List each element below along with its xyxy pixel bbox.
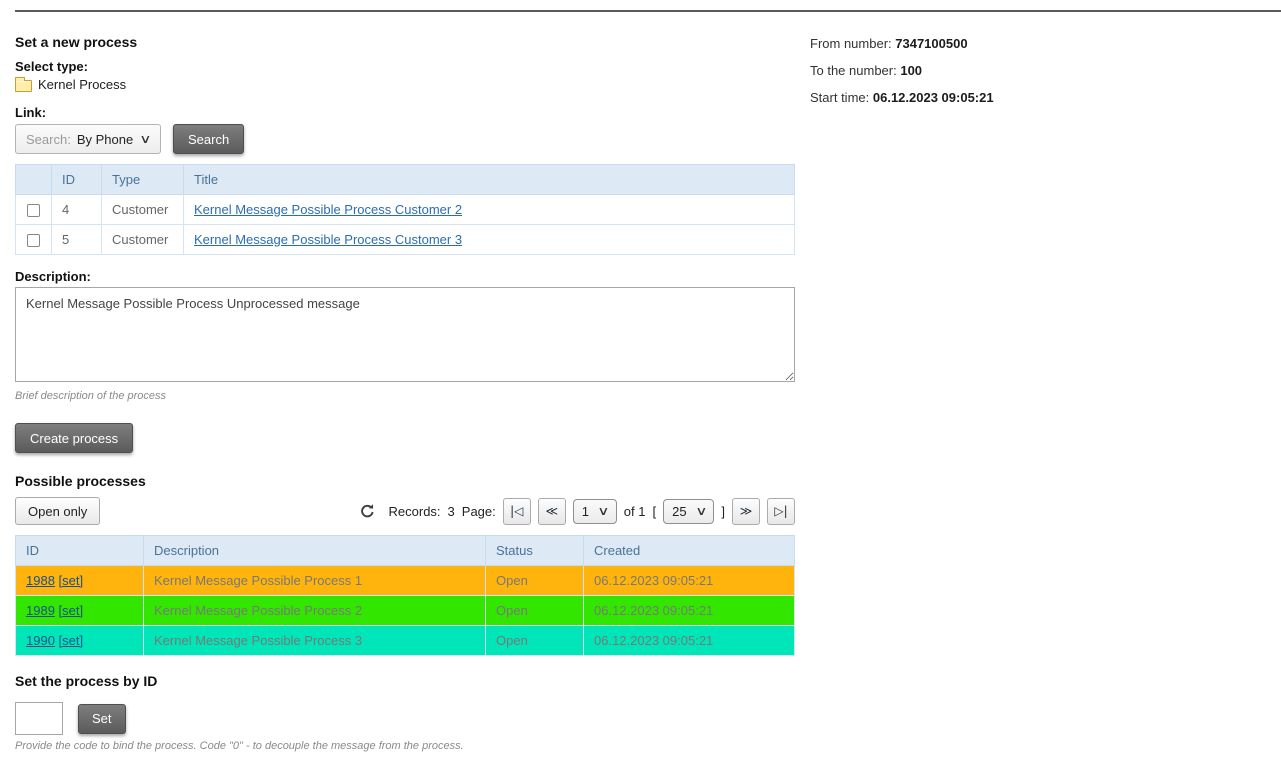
process-created: 06.12.2023 09:05:21 — [584, 626, 795, 656]
possible-table-row: 1988 [set] Kernel Message Possible Proces… — [16, 566, 795, 596]
chevron-down-icon: ∨ — [695, 504, 707, 518]
link-table-header-cell: Type — [102, 165, 184, 195]
process-created: 06.12.2023 09:05:21 — [584, 596, 795, 626]
refresh-icon[interactable] — [359, 503, 376, 520]
set-button[interactable]: Set — [78, 704, 126, 734]
from-number-value: 7347100500 — [895, 36, 967, 51]
link-table-header-cell: ID — [52, 165, 102, 195]
last-page-button[interactable]: ▷| — [767, 498, 795, 525]
next-page-button[interactable]: ≫ — [732, 498, 760, 525]
page-size-select[interactable]: 25 ∨ — [663, 499, 714, 524]
search-type-value: By Phone — [77, 132, 133, 147]
create-process-button[interactable]: Create process — [15, 423, 133, 453]
row-id: 4 — [52, 195, 102, 225]
records-count: 3 — [448, 504, 455, 519]
selected-type-value: Kernel Process — [38, 77, 126, 92]
to-number-value: 100 — [900, 63, 922, 78]
link-table-row: 5Customer Kernel Message Possible Process… — [16, 225, 795, 255]
description-hint: Brief description of the process — [15, 390, 795, 402]
link-results-table: IDTypeTitle 4Customer Kernel Message Poss… — [15, 164, 795, 255]
process-id-link[interactable]: 1989 — [26, 603, 55, 618]
folder-icon — [15, 80, 32, 92]
page-label: Page: — [462, 504, 496, 519]
process-set-link[interactable]: [set] — [59, 603, 84, 618]
set-by-id-row: Set — [15, 702, 795, 735]
possible-processes-title: Possible processes — [15, 473, 795, 489]
first-page-button[interactable]: |◁ — [503, 498, 531, 525]
link-table-header-cell — [16, 165, 52, 195]
process-page: From number: 7347100500 To the number: 1… — [0, 0, 1281, 766]
link-table-header-cell: Title — [184, 165, 795, 195]
description-label: Description: — [15, 269, 795, 284]
process-status: Open — [486, 626, 584, 656]
chevron-down-icon: ∨ — [139, 132, 151, 146]
link-table-header-row: IDTypeTitle — [16, 165, 795, 195]
call-info-panel: From number: 7347100500 To the number: 1… — [810, 36, 994, 117]
select-type-label: Select type: — [15, 59, 795, 74]
row-type: Customer — [102, 225, 184, 255]
possible-table-header-row: IDDescriptionStatusCreated — [16, 536, 795, 566]
bracket-open: [ — [652, 504, 656, 519]
row-type: Customer — [102, 195, 184, 225]
link-table-row: 4Customer Kernel Message Possible Process… — [16, 195, 795, 225]
process-created: 06.12.2023 09:05:21 — [584, 566, 795, 596]
process-status: Open — [486, 596, 584, 626]
row-title-link[interactable]: Kernel Message Possible Process Customer… — [194, 232, 462, 247]
to-number-label: To the number: — [810, 63, 897, 78]
process-description: Kernel Message Possible Process 1 — [144, 566, 486, 596]
from-number-row: From number: 7347100500 — [810, 36, 994, 51]
row-id: 5 — [52, 225, 102, 255]
search-button[interactable]: Search — [173, 124, 244, 154]
link-search-row: Search: By Phone ∨ Search — [15, 124, 795, 154]
start-time-value: 06.12.2023 09:05:21 — [873, 90, 994, 105]
selected-type-row[interactable]: Kernel Process — [15, 77, 795, 92]
process-set-link[interactable]: [set] — [59, 633, 84, 648]
of-pages-text: of 1 — [624, 504, 646, 519]
page-number-select[interactable]: 1 ∨ — [573, 499, 617, 524]
process-description: Kernel Message Possible Process 3 — [144, 626, 486, 656]
process-id-link[interactable]: 1988 — [26, 573, 55, 588]
row-checkbox[interactable] — [27, 234, 40, 247]
possible-processes-table: IDDescriptionStatusCreated 1988 [set] Ker… — [15, 535, 795, 656]
page-size-value: 25 — [672, 504, 686, 519]
set-by-id-hint: Provide the code to bind the process. Co… — [15, 740, 795, 752]
process-description: Kernel Message Possible Process 2 — [144, 596, 486, 626]
process-id-input[interactable] — [15, 702, 63, 735]
possible-table-header-cell: Status — [486, 536, 584, 566]
search-type-select[interactable]: Search: By Phone ∨ — [15, 124, 161, 154]
start-time-label: Start time: — [810, 90, 869, 105]
chevron-down-icon: ∨ — [597, 504, 609, 518]
process-id-link[interactable]: 1990 — [26, 633, 55, 648]
process-set-link[interactable]: [set] — [59, 573, 84, 588]
to-number-row: To the number: 100 — [810, 63, 994, 78]
row-title-link[interactable]: Kernel Message Possible Process Customer… — [194, 202, 462, 217]
possible-table-row: 1990 [set] Kernel Message Possible Proces… — [16, 626, 795, 656]
start-time-row: Start time: 06.12.2023 09:05:21 — [810, 90, 994, 105]
set-by-id-title: Set the process by ID — [15, 673, 795, 689]
possible-table-header-cell: Description — [144, 536, 486, 566]
main-column: Set a new process Select type: Kernel Pr… — [15, 0, 795, 752]
link-label: Link: — [15, 105, 795, 120]
pagination: Records: 3 Page: |◁ ≪ 1 ∨ of 1 [ 25 ∨ ] … — [359, 498, 795, 525]
process-status: Open — [486, 566, 584, 596]
possible-table-row: 1989 [set] Kernel Message Possible Proces… — [16, 596, 795, 626]
records-label: Records: — [389, 504, 441, 519]
description-textarea[interactable]: Kernel Message Possible Process Unproces… — [15, 287, 795, 382]
possible-processes-toolbar: Open only Records: 3 Page: |◁ ≪ 1 ∨ of 1 — [15, 497, 795, 525]
open-only-button[interactable]: Open only — [15, 497, 100, 525]
from-number-label: From number: — [810, 36, 892, 51]
possible-table-header-cell: Created — [584, 536, 795, 566]
possible-table-header-cell: ID — [16, 536, 144, 566]
bracket-close: ] — [721, 504, 725, 519]
prev-page-button[interactable]: ≪ — [538, 498, 566, 525]
row-checkbox[interactable] — [27, 204, 40, 217]
page-title: Set a new process — [15, 34, 795, 50]
search-type-prefix: Search: — [26, 132, 71, 147]
page-number-value: 1 — [582, 504, 589, 519]
